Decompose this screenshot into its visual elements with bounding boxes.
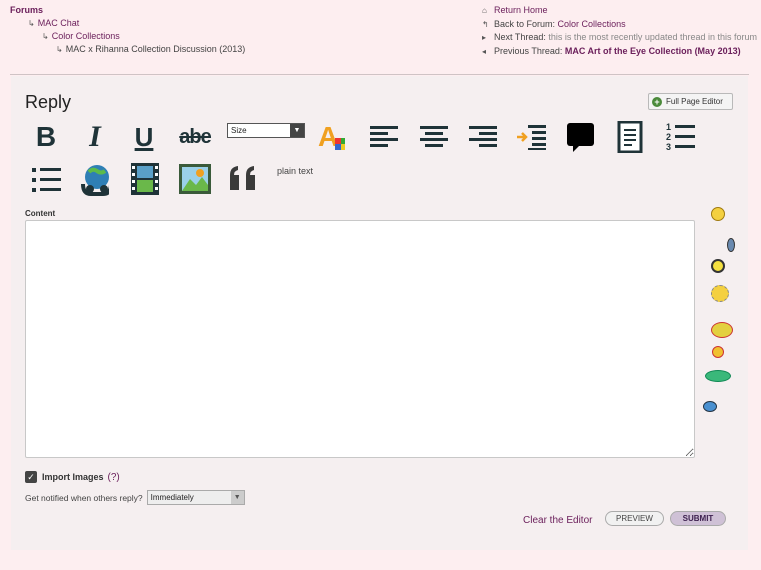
svg-text:2: 2 xyxy=(666,132,671,142)
notify-select[interactable]: Immediately ▼ xyxy=(146,490,245,505)
home-icon: ⌂ xyxy=(482,6,487,15)
image-icon xyxy=(179,164,211,194)
document-button[interactable] xyxy=(615,120,645,154)
indent-button[interactable] xyxy=(516,120,546,154)
image-button[interactable] xyxy=(177,162,213,196)
next-arrow-icon: ▸ xyxy=(482,33,487,42)
reply-title: Reply xyxy=(25,92,72,112)
next-thread-label: Next Thread: xyxy=(494,32,546,42)
numbered-list-button[interactable]: 123 xyxy=(665,120,695,154)
blockquote-icon xyxy=(230,166,255,190)
notify-label: Get notified when others reply? xyxy=(25,492,143,503)
back-to-forum-label: Back to Forum: xyxy=(494,18,556,29)
indent-icon xyxy=(517,125,546,150)
smiley-icon[interactable] xyxy=(711,259,725,273)
sub-arrow-icon: ↳ xyxy=(28,19,35,28)
clear-editor-link[interactable]: Clear the Editor xyxy=(523,515,592,526)
link-button[interactable] xyxy=(79,162,109,196)
font-color-icon: A xyxy=(318,121,345,152)
smiley-icon[interactable] xyxy=(711,207,725,221)
blockquote-button[interactable] xyxy=(227,162,257,196)
font-size-select[interactable]: Size ▼ xyxy=(227,123,305,138)
quote-bubble-icon xyxy=(567,123,594,152)
breadcrumb-current-thread: MAC x Rihanna Collection Discussion (201… xyxy=(65,44,246,54)
smiley-icon[interactable] xyxy=(703,401,717,412)
preview-button[interactable]: PREVIEW xyxy=(605,511,664,526)
font-color-button[interactable]: A xyxy=(315,120,345,154)
align-center-button[interactable] xyxy=(419,120,449,154)
smiley-icon[interactable] xyxy=(711,285,729,302)
content-editor[interactable] xyxy=(25,220,695,458)
full-page-editor-button[interactable]: + Full Page Editor xyxy=(648,93,733,110)
back-arrow-icon: ↰ xyxy=(482,19,489,29)
content-label: Content xyxy=(25,209,56,218)
bold-icon: B xyxy=(35,121,57,152)
align-left-button[interactable] xyxy=(369,120,399,154)
speech-bubble-button[interactable] xyxy=(565,120,595,154)
previous-thread-link[interactable]: MAC Art of the Eye Collection (May 2013) xyxy=(565,46,741,56)
breadcrumb-color-collections-link[interactable]: Color Collections xyxy=(52,31,120,41)
return-home-link[interactable]: Return Home xyxy=(494,5,548,15)
breadcrumb-forums-link[interactable]: Forums xyxy=(10,4,245,17)
plain-text-toggle[interactable]: plain text xyxy=(277,166,313,176)
breadcrumb: Forums ↳ MAC Chat ↳ Color Collections ↳ MAC… xyxy=(10,4,245,56)
full-page-editor-label: Full Page Editor xyxy=(666,97,723,106)
bulleted-list-button[interactable] xyxy=(31,163,61,197)
notify-option: Get notified when others reply? Immediat… xyxy=(25,490,245,505)
chevron-down-icon: ▼ xyxy=(230,491,244,504)
sub-arrow-icon: ↳ xyxy=(42,32,49,41)
header-divider xyxy=(10,74,749,75)
numbered-list-icon: 123 xyxy=(666,122,695,152)
smiley-icon[interactable] xyxy=(712,346,724,358)
plus-icon: + xyxy=(652,96,662,107)
align-left-icon xyxy=(370,126,398,147)
smiley-icon[interactable] xyxy=(711,322,733,338)
thread-navigation: ⌂ Return Home ↰ Back to Forum: Color Colle… xyxy=(482,4,757,58)
bold-button[interactable]: B xyxy=(31,120,61,154)
import-images-help-link[interactable]: (?) xyxy=(108,472,120,483)
smiley-icon[interactable] xyxy=(705,370,731,382)
chevron-down-icon: ▼ xyxy=(290,124,304,137)
align-right-icon xyxy=(469,126,497,147)
import-images-option[interactable]: ✓ Import Images (?) xyxy=(25,471,120,483)
reply-panel: Reply + Full Page Editor B I U abe Size … xyxy=(11,76,748,550)
previous-thread-label: Previous Thread: xyxy=(494,45,563,56)
breadcrumb-mac-chat-link[interactable]: MAC Chat xyxy=(38,18,80,28)
align-center-icon xyxy=(420,126,448,147)
previous-arrow-icon: ◂ xyxy=(482,46,487,56)
align-right-button[interactable] xyxy=(468,120,498,154)
link-icon xyxy=(81,165,109,196)
italic-icon: I xyxy=(89,120,101,153)
bulleted-list-icon xyxy=(32,168,61,192)
import-images-label: Import Images xyxy=(42,472,104,482)
svg-text:3: 3 xyxy=(666,142,671,152)
underline-icon: U xyxy=(134,121,154,152)
document-icon xyxy=(617,121,643,153)
underline-button[interactable]: U xyxy=(129,120,159,154)
svg-text:1: 1 xyxy=(666,122,671,132)
strikethrough-icon: abe xyxy=(179,125,211,148)
font-size-value: Size xyxy=(231,126,247,135)
strikethrough-button[interactable]: abe xyxy=(177,120,213,154)
sub-arrow-icon: ↳ xyxy=(56,45,63,54)
next-thread-value: this is the most recently updated thread… xyxy=(548,32,757,42)
video-icon xyxy=(131,163,159,195)
submit-button[interactable]: SUBMIT xyxy=(670,511,726,526)
italic-button[interactable]: I xyxy=(80,120,110,154)
back-to-forum-link[interactable]: Color Collections xyxy=(558,19,626,29)
video-button[interactable] xyxy=(129,162,159,196)
notify-value: Immediately xyxy=(150,493,194,502)
import-images-checkbox[interactable]: ✓ xyxy=(25,471,37,483)
smiley-icon[interactable] xyxy=(727,238,735,252)
